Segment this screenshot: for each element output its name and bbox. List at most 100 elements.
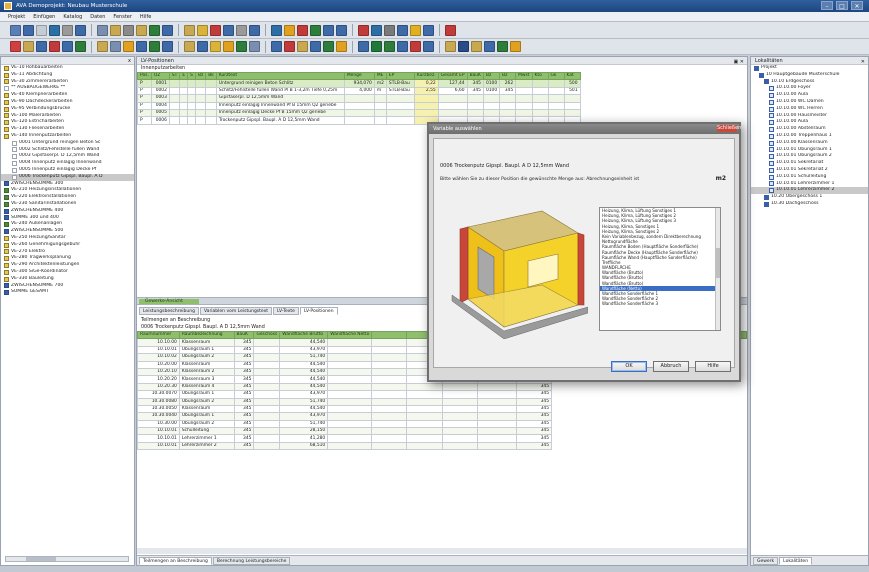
takeoff-row[interactable]: 10.20.30 Klassenraum 4 345 44,540 345 — [137, 382, 747, 392]
menu-daten[interactable]: Daten — [86, 12, 109, 21]
tree-item[interactable]: VE-230 Sanitärinstallationen — [1, 201, 134, 208]
toolbar-button-icon[interactable] — [249, 24, 260, 36]
tree-item[interactable]: SUMME GESAMT — [1, 289, 134, 296]
location-item[interactable]: 10.10.01 Sekretariat 2 — [751, 167, 868, 174]
toolbar-button-icon[interactable] — [236, 24, 247, 36]
toolbar-button-icon[interactable] — [36, 24, 47, 36]
toolbar-button-icon[interactable] — [384, 41, 395, 52]
column-header[interactable]: BauK — [233, 330, 255, 340]
tree-item[interactable]: SUMME 300 und 400 — [1, 215, 134, 222]
column-header[interactable]: S — [187, 71, 196, 81]
column-header[interactable]: Geschoss — [253, 330, 281, 340]
location-item[interactable]: 10.30 Dachgeschoss — [751, 201, 868, 208]
column-header[interactable]: Wandfläche Brutto — [279, 330, 329, 340]
location-item[interactable]: 10.10.01 Schulleitung — [751, 174, 868, 181]
toolbar-button-icon[interactable] — [284, 41, 295, 52]
bottom-tab[interactable]: Berechnung Leistungsbereiche — [212, 557, 291, 565]
column-header[interactable]: Bz — [194, 71, 207, 81]
toolbar-button-icon[interactable] — [284, 24, 295, 36]
tree-item[interactable]: VE-10 Rohbauarbeiten — [1, 65, 134, 72]
tree-item[interactable]: 0001 Untergrund reinigen Beton Sc — [1, 140, 134, 147]
tree-item[interactable]: ** AUSBAUGEWERKE ** — [1, 85, 134, 92]
column-header[interactable]: Menge — [343, 71, 375, 81]
toolbar-button-icon[interactable] — [197, 24, 208, 36]
location-item[interactable]: 10.10.00 Aula — [751, 92, 868, 99]
toolbar-button-icon[interactable] — [75, 41, 86, 52]
scroll-thumb[interactable] — [26, 557, 56, 561]
toolbar-button-icon[interactable] — [184, 41, 195, 52]
toolbar-button-icon[interactable] — [510, 41, 521, 52]
locations-tab[interactable]: Lokalitäten — [779, 557, 813, 565]
takeoff-row[interactable]: 10.10.01 Lehrerzimmer 2 345 68,510 345 — [137, 441, 747, 451]
tree-item[interactable]: ZWISCHENSUMME 500 — [1, 228, 134, 235]
toolbar-button-icon[interactable] — [445, 24, 456, 36]
toolbar-button-icon[interactable] — [23, 41, 34, 52]
tree-item[interactable]: ZWISCHENSUMME 700 — [1, 283, 134, 290]
column-header[interactable]: ST — [168, 71, 181, 81]
toolbar-button-icon[interactable] — [423, 41, 434, 52]
column-header[interactable]: BauK — [466, 71, 484, 81]
toolbar-button-icon[interactable] — [271, 24, 282, 36]
tree-item[interactable]: VE-95 Verbindungsbrücke — [1, 106, 134, 113]
toolbar-button-icon[interactable] — [110, 24, 121, 36]
column-header[interactable]: Kat — [563, 71, 581, 81]
tree-item[interactable]: VE-300 SiGe-Koordinator — [1, 269, 134, 276]
column-header[interactable]: Kto — [531, 71, 549, 81]
tree-item[interactable]: VE-120 Estricharbeiten — [1, 119, 134, 126]
toolbar-button-icon[interactable] — [97, 41, 108, 52]
toolbar-button-icon[interactable] — [136, 24, 147, 36]
column-header[interactable]: Bz — [499, 71, 517, 81]
tree-item[interactable]: VE-11 Abdichtung — [1, 72, 134, 79]
location-item[interactable]: 10.10.00 Treppenhaus 1 — [751, 133, 868, 140]
help-button[interactable]: Hilfe — [695, 361, 731, 372]
toolbar-button-icon[interactable] — [23, 24, 34, 36]
takeoff-row[interactable]: 10.10.01 Schulleitung 345 28,150 345 — [137, 427, 747, 436]
detail-tab[interactable]: Variablen vom Leistungstext — [199, 307, 273, 315]
location-item[interactable]: 10 Hauptgebäude Musterschule — [751, 72, 868, 79]
variable-list[interactable]: Heizung, Klima, Lüftung Sonstiges 1 Heizu… — [599, 207, 721, 331]
toolbar-button-icon[interactable] — [336, 24, 347, 36]
toolbar-button-icon[interactable] — [210, 24, 221, 36]
tree-item[interactable]: ZWISCHENSUMME 400 — [1, 208, 134, 215]
toolbar-button-icon[interactable] — [110, 41, 121, 52]
tree-item[interactable]: VE-130 Fliesenarbeiten — [1, 126, 134, 133]
position-row[interactable]: P 0004 Innenputz einlagig Innenwand Pf B 1… — [137, 101, 581, 110]
position-row[interactable]: P 0003 Gipsfaserpl. D 12,5mm Wand — [137, 94, 581, 103]
toolbar-button-icon[interactable] — [458, 41, 469, 52]
location-item[interactable]: 10.10.01 Übungsraum 2 — [751, 153, 868, 160]
tree-item[interactable]: VE-210 Heizungsinstallationen — [1, 187, 134, 194]
detail-tab[interactable]: LV-Positionen — [299, 307, 338, 315]
column-header[interactable]: Gesamt EP — [437, 71, 468, 81]
toolbar-button-icon[interactable] — [358, 41, 369, 52]
toolbar-button-icon[interactable] — [75, 24, 86, 36]
toolbar-button-icon[interactable] — [123, 24, 134, 36]
takeoff-row[interactable]: 10.10.01 Lehrerzimmer 1 345 41,280 345 — [137, 434, 747, 443]
panel-controls[interactable]: ▣ ✕ — [733, 58, 744, 66]
tree-item[interactable]: 0006 Trockenputz Gipspl. Baupl. A D — [1, 173, 134, 181]
column-header[interactable]: Pos. — [137, 71, 152, 81]
toolbar-button-icon[interactable] — [384, 24, 395, 36]
column-header[interactable]: Gk — [547, 71, 565, 81]
location-item[interactable]: 10.10.01 Lehrerzimmer 1 — [751, 181, 868, 188]
toolbar-button-icon[interactable] — [223, 24, 234, 36]
toolbar-button-icon[interactable] — [236, 41, 247, 52]
horizontal-scrollbar[interactable] — [5, 556, 129, 562]
scroll-thumb[interactable] — [716, 248, 720, 278]
panel-close[interactable]: x — [1, 57, 134, 65]
location-item[interactable]: 10.10.01 Sekretariat — [751, 160, 868, 167]
tree-item[interactable]: VE-30 Zimmererarbeiten — [1, 79, 134, 86]
ok-button[interactable]: OK — [611, 361, 647, 372]
column-header[interactable]: Kurzbez. — [413, 71, 439, 81]
close-button[interactable]: ✕ — [851, 1, 863, 10]
column-header[interactable]: Wandfläche Netto — [327, 330, 373, 340]
toolbar-button-icon[interactable] — [184, 24, 195, 36]
takeoff-row[interactable]: 10.30.0080 Übungsraum 2 345 51,740 345 — [137, 397, 747, 406]
column-header[interactable]: ME — [373, 71, 387, 81]
column-header[interactable]: OZ — [150, 71, 170, 81]
tree-item[interactable]: 0003 Gipsfaserpl. D 12,5mm Wand — [1, 153, 134, 160]
location-item[interactable]: 10.10.00 Foyer — [751, 85, 868, 92]
column-header[interactable]: Bk — [205, 71, 217, 81]
toolbar-button-icon[interactable] — [410, 24, 421, 36]
location-item[interactable]: 10.10.01 Übungsraum 1 — [751, 147, 868, 154]
cancel-button[interactable]: Abbruch — [653, 361, 689, 372]
